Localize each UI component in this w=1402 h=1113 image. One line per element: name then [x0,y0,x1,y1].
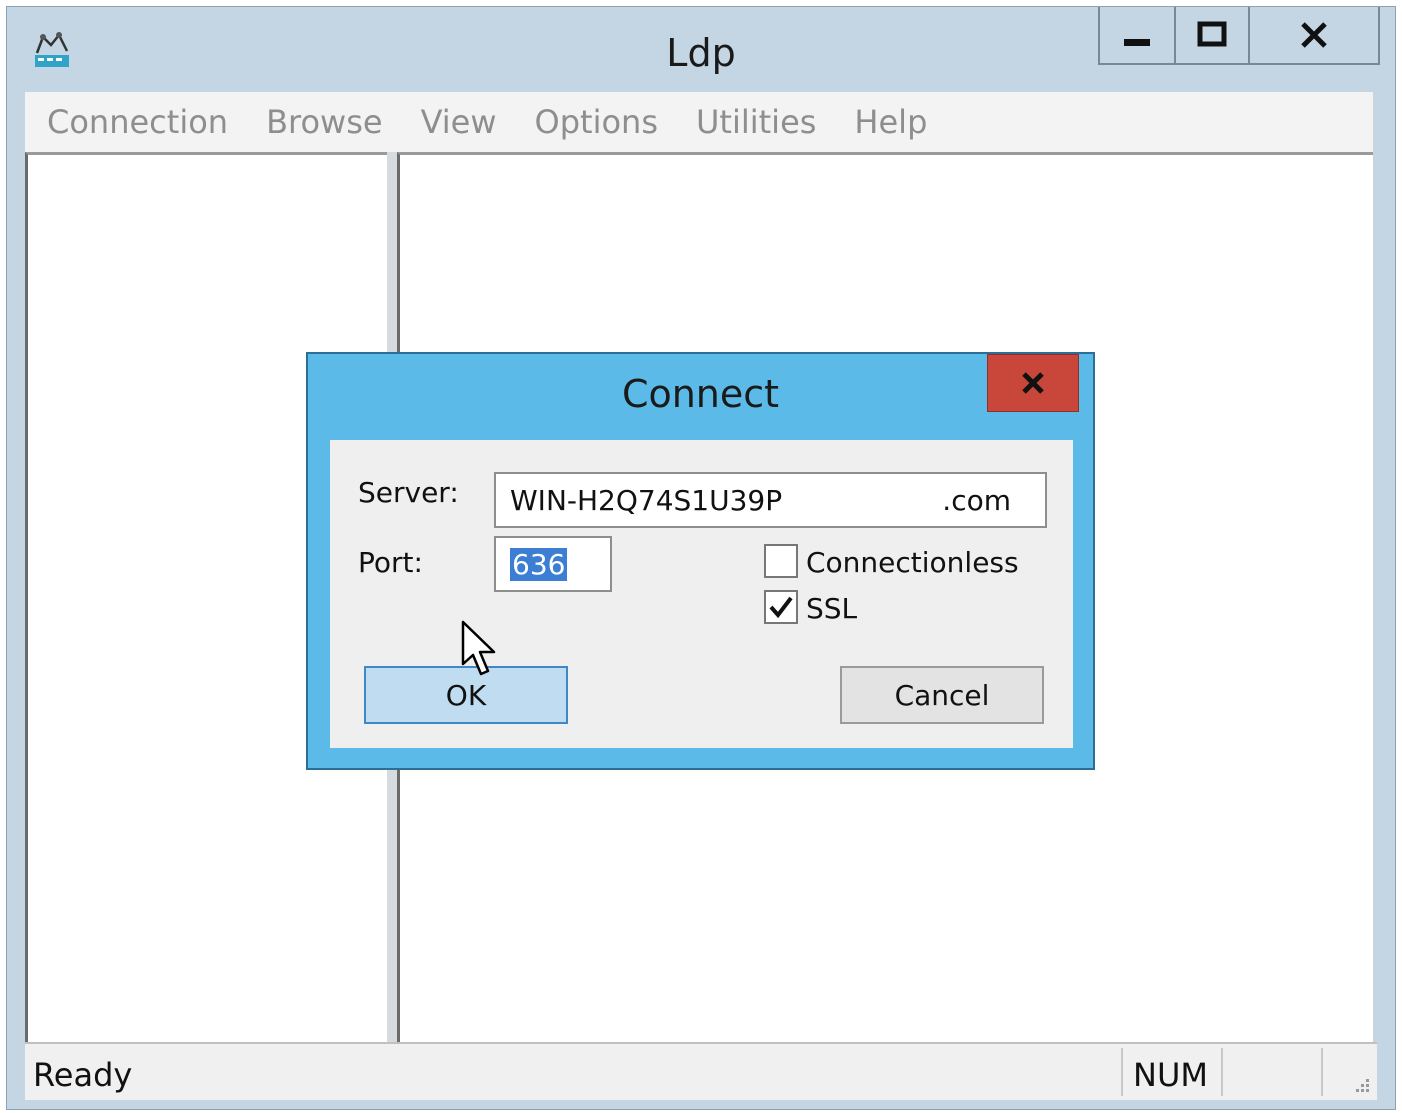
resize-grip-icon[interactable] [1351,1074,1371,1094]
status-divider [1121,1048,1123,1096]
server-input[interactable]: WIN-H2Q74S1U39P .com [494,472,1047,528]
mouse-cursor-icon [461,620,496,676]
server-domain-suffix: .com [942,484,1011,517]
connectionless-checkbox[interactable] [764,544,798,578]
maximize-icon [1197,21,1227,47]
window-controls [1098,7,1380,65]
connectionless-label[interactable]: Connectionless [806,546,1019,579]
port-value: 636 [510,548,568,581]
dialog-title: Connect [621,372,780,416]
dialog-close-button[interactable] [987,354,1079,412]
server-value: WIN-H2Q74S1U39P [510,484,783,517]
menu-view[interactable]: View [421,103,497,141]
ssl-label[interactable]: SSL [806,592,857,625]
port-label: Port: [358,546,423,579]
menu-bar: Connection Browse View Options Utilities… [25,92,1373,152]
close-icon [1022,372,1044,394]
status-bar: Ready NUM [25,1042,1377,1100]
maximize-button[interactable] [1176,7,1250,63]
connect-dialog: Connect Server: WIN-H2Q74S1U39P .com Por… [306,352,1095,770]
menu-connection[interactable]: Connection [47,103,228,141]
menu-help[interactable]: Help [854,103,927,141]
cancel-button[interactable]: Cancel [840,666,1044,724]
status-text: Ready [33,1056,133,1094]
dialog-body: Server: WIN-H2Q74S1U39P .com Port: 636 C… [330,440,1073,748]
menu-browse[interactable]: Browse [266,103,383,141]
menu-utilities[interactable]: Utilities [696,103,816,141]
close-icon [1301,22,1327,48]
checkmark-icon [769,596,793,619]
status-divider [1321,1048,1323,1096]
server-label: Server: [358,476,459,509]
close-button[interactable] [1250,7,1378,63]
minimize-button[interactable] [1100,7,1176,63]
status-divider [1221,1048,1223,1096]
menu-options[interactable]: Options [535,103,658,141]
ssl-checkbox[interactable] [764,590,798,624]
port-input[interactable]: 636 [494,536,612,592]
num-lock-indicator: NUM [1133,1056,1208,1094]
minimize-icon [1124,39,1150,46]
